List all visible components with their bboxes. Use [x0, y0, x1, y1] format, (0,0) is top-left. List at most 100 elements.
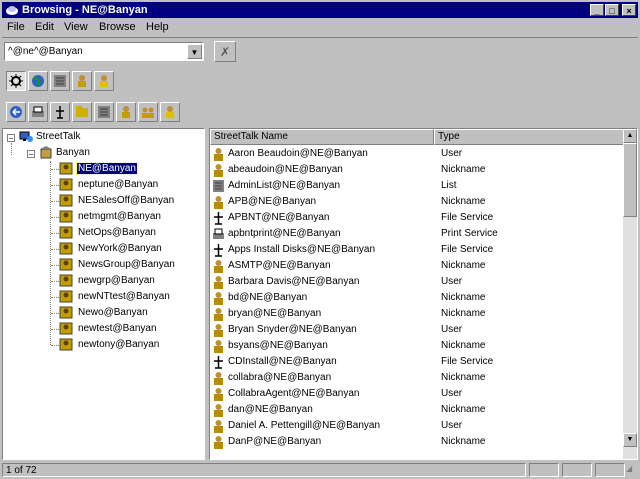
- toolbar-bottom: [4, 99, 194, 125]
- menu-help[interactable]: Help: [146, 21, 169, 33]
- user-icon: [212, 195, 225, 209]
- list-row[interactable]: bsyans@NE@Banyan Nickname: [210, 338, 626, 354]
- list-row[interactable]: Bryan Snyder@NE@Banyan User: [210, 322, 626, 338]
- menu-browse[interactable]: Browse: [99, 21, 136, 33]
- list-row[interactable]: AdminList@NE@Banyan List: [210, 178, 626, 194]
- column-header-type[interactable]: Type: [434, 129, 625, 145]
- list-row[interactable]: Aaron Beaudoin@NE@Banyan User: [210, 146, 626, 162]
- user-icon: [212, 307, 225, 321]
- row-type: Nickname: [441, 260, 486, 271]
- row-name: dan@NE@Banyan: [228, 404, 313, 415]
- printer-icon[interactable]: [28, 102, 48, 122]
- row-type: User: [441, 324, 463, 335]
- row-type: Nickname: [441, 196, 486, 207]
- row-name: abeaudoin@NE@Banyan: [228, 164, 343, 175]
- status-panel: [529, 463, 559, 477]
- column-header-name[interactable]: StreetTalk Name: [210, 129, 434, 145]
- list-row[interactable]: CollabraAgent@NE@Banyan User: [210, 386, 626, 402]
- organization-unit-icon: [59, 290, 73, 303]
- list-row[interactable]: bryan@NE@Banyan Nickname: [210, 306, 626, 322]
- list-row[interactable]: APB@NE@Banyan Nickname: [210, 194, 626, 210]
- tree-line: [51, 185, 59, 186]
- address-combo[interactable]: ^@ne^@Banyan ▼: [4, 42, 204, 61]
- list-row[interactable]: Daniel A. Pettengill@NE@Banyan User: [210, 418, 626, 434]
- list-row[interactable]: abeaudoin@NE@Banyan Nickname: [210, 162, 626, 178]
- tree-line: [51, 169, 59, 170]
- fileservice-icon[interactable]: [50, 102, 70, 122]
- collapse-icon[interactable]: −: [27, 150, 35, 159]
- vertical-scrollbar[interactable]: ▲ ▼: [623, 129, 637, 459]
- user-icon[interactable]: [94, 71, 114, 91]
- menu-edit[interactable]: Edit: [35, 21, 54, 33]
- browsing-window: Browsing - NE@Banyan _ □ × File Edit Vie…: [0, 0, 640, 479]
- list-row[interactable]: CDInstall@NE@Banyan File Service: [210, 354, 626, 370]
- organization-unit-icon: [59, 242, 73, 255]
- user-icon[interactable]: [72, 71, 92, 91]
- menu-view[interactable]: View: [64, 21, 88, 33]
- scroll-thumb[interactable]: [623, 143, 637, 217]
- printer-icon: [212, 227, 225, 241]
- row-type: Nickname: [441, 292, 486, 303]
- row-type: File Service: [441, 212, 494, 223]
- maximize-button[interactable]: □: [605, 4, 619, 16]
- list-row[interactable]: Barbara Davis@NE@Banyan User: [210, 274, 626, 290]
- tree-item-label: neptune@Banyan: [78, 179, 159, 190]
- app-icon: [6, 6, 18, 15]
- group-icon[interactable]: [138, 102, 158, 122]
- resize-grip-icon[interactable]: ◢: [626, 464, 637, 476]
- network-icon: [19, 131, 33, 142]
- row-name: APBNT@NE@Banyan: [228, 212, 330, 223]
- row-type: User: [441, 148, 463, 159]
- list-row[interactable]: DanP@NE@Banyan Nickname: [210, 434, 626, 450]
- list-row[interactable]: collabra@NE@Banyan Nickname: [210, 370, 626, 386]
- row-type: User: [441, 420, 463, 431]
- row-type: User: [441, 276, 463, 287]
- list-row[interactable]: Apps Install Disks@NE@Banyan File Service: [210, 242, 626, 258]
- tree-item-label: newtony@Banyan: [78, 339, 160, 350]
- list-row[interactable]: bd@NE@Banyan Nickname: [210, 290, 626, 306]
- list-icon: [212, 179, 225, 193]
- list-icon[interactable]: [94, 102, 114, 122]
- organization-unit-icon: [59, 274, 73, 287]
- cancel-search-button[interactable]: ✗: [214, 41, 236, 62]
- row-name: collabra@NE@Banyan: [228, 372, 332, 383]
- list-row[interactable]: dan@NE@Banyan Nickname: [210, 402, 626, 418]
- tree-pane[interactable]: − StreetTalk − Banyan NE@Banyan neptune@B…: [2, 128, 205, 460]
- row-type: User: [441, 388, 463, 399]
- user-icon[interactable]: [160, 102, 180, 122]
- dropdown-arrow-icon[interactable]: ▼: [187, 44, 202, 59]
- list-row[interactable]: ASMTP@NE@Banyan Nickname: [210, 258, 626, 274]
- row-type: File Service: [441, 356, 494, 367]
- tree-item-label: NE@Banyan: [76, 162, 138, 175]
- tree-line: [51, 249, 59, 250]
- scroll-down-icon[interactable]: ▼: [623, 433, 637, 447]
- back-icon[interactable]: [6, 102, 26, 122]
- tree-line: [51, 313, 59, 314]
- user-icon: [212, 387, 225, 401]
- user-icon: [212, 323, 225, 337]
- tree-line: [51, 233, 59, 234]
- tree-line: [51, 201, 59, 202]
- toolbar-top: [4, 68, 124, 94]
- row-name: bryan@NE@Banyan: [228, 308, 322, 319]
- tree-item-label: NESalesOff@Banyan: [78, 195, 175, 206]
- user-icon: [212, 339, 225, 353]
- list-row[interactable]: apbntprint@NE@Banyan Print Service: [210, 226, 626, 242]
- list-row[interactable]: APBNT@NE@Banyan File Service: [210, 210, 626, 226]
- tree-item-label: NewsGroup@Banyan: [78, 259, 175, 270]
- folder-icon[interactable]: [72, 102, 92, 122]
- collapse-icon[interactable]: −: [7, 134, 15, 143]
- globe-icon[interactable]: [28, 71, 48, 91]
- title-bar[interactable]: Browsing - NE@Banyan _ □ ×: [2, 2, 638, 18]
- close-button[interactable]: ×: [622, 4, 636, 16]
- tree-line: [51, 265, 59, 266]
- list-pane[interactable]: StreetTalk Name Type Aaron Beaudoin@NE@B…: [209, 128, 638, 460]
- row-type: Nickname: [441, 164, 486, 175]
- list-icon[interactable]: [50, 71, 70, 91]
- scroll-up-icon[interactable]: ▲: [623, 129, 637, 143]
- user-icon[interactable]: [116, 102, 136, 122]
- gear-icon[interactable]: [6, 71, 26, 91]
- minimize-button[interactable]: _: [590, 4, 604, 16]
- row-type: File Service: [441, 244, 494, 255]
- menu-file[interactable]: File: [7, 21, 25, 33]
